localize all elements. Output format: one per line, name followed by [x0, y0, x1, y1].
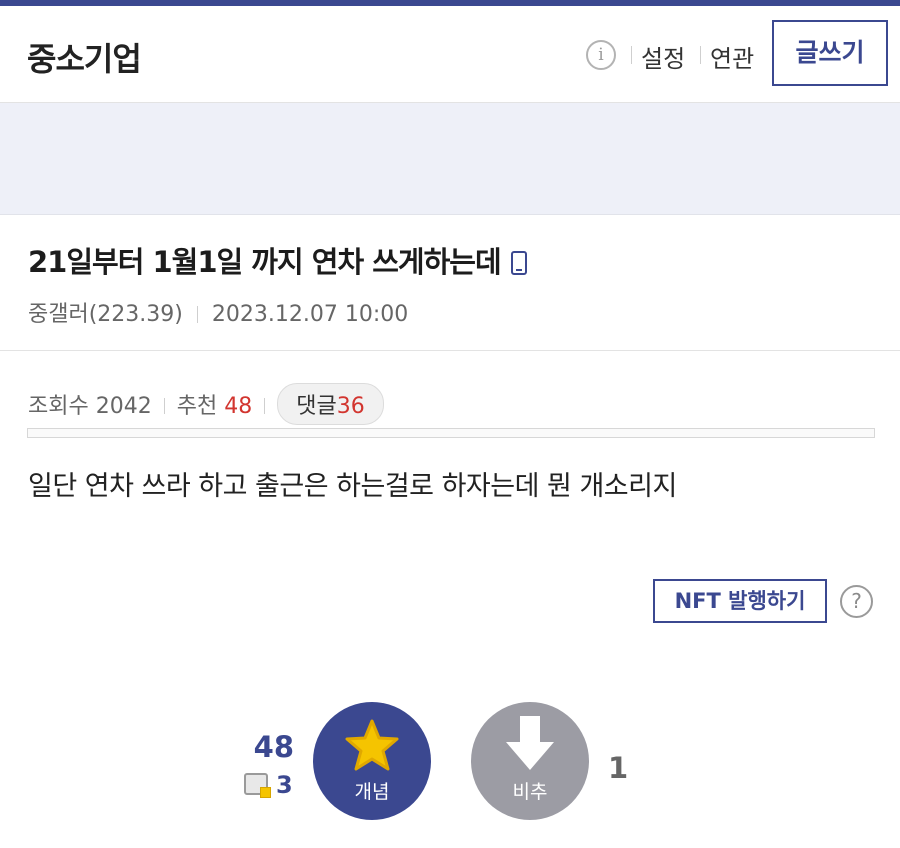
author-name[interactable]: 중갤러(223.39) [28, 302, 183, 327]
content-top-bar [27, 428, 875, 438]
recommend-stat-count: 48 [224, 394, 253, 419]
comments-button[interactable]: 댓글36 [277, 383, 384, 425]
related-link[interactable]: 연관 [710, 39, 754, 74]
fixed-recommend-count: 3 [276, 771, 293, 799]
comments-count: 36 [336, 394, 365, 419]
star-icon [345, 719, 399, 771]
recommend-button-label: 개념 [354, 781, 390, 803]
recommend-button[interactable]: 개념 [313, 702, 431, 820]
post-body: 일단 연차 쓰라 하고 출근은 하는걸로 하자는데 뭔 개소리지 [28, 471, 677, 502]
recommend-label: 추천 [176, 394, 218, 419]
section-divider [0, 350, 900, 351]
post-datetime: 2023.12.07 10:00 [211, 302, 409, 327]
meta-separator [196, 306, 198, 323]
arrow-down-icon [506, 716, 554, 770]
fixed-recommend: 3 [244, 771, 293, 799]
ad-banner-area [0, 103, 900, 215]
header-separator [631, 46, 632, 64]
info-icon[interactable]: i [586, 40, 616, 70]
header-separator [700, 46, 701, 64]
settings-link[interactable]: 설정 [641, 39, 685, 74]
views-label: 조회수 [28, 394, 89, 419]
question-icon[interactable]: ? [840, 585, 873, 618]
views-count: 2042 [95, 394, 152, 419]
nonrecommend-count: 1 [608, 751, 629, 785]
post-meta: 중갤러(223.39) 2023.12.07 10:00 [28, 296, 408, 328]
write-button[interactable]: 글쓰기 [772, 20, 888, 86]
stat-separator [163, 398, 165, 414]
stat-separator [264, 398, 266, 414]
nonrecommend-button[interactable]: 비추 [471, 702, 589, 820]
mobile-phone-icon [510, 251, 527, 275]
post-stats: 조회수 2042 추천 48 댓글36 [28, 383, 384, 425]
recommend-count: 48 [253, 730, 294, 764]
post-title-row: 21일부터 1월1일 까지 연차 쓰게하는데 [28, 239, 527, 281]
gallery-header: 중소기업 i 설정 연관 글쓰기 [0, 6, 900, 103]
gallery-title[interactable]: 중소기업 [27, 34, 142, 80]
nonrecommend-button-label: 비추 [512, 781, 548, 803]
nft-publish-button[interactable]: NFT 발행하기 [653, 579, 827, 623]
comments-label: 댓글 [296, 394, 337, 419]
post-title: 21일부터 1월1일 까지 연차 쓰게하는데 [28, 245, 502, 279]
fixed-recommend-icon [244, 773, 271, 798]
